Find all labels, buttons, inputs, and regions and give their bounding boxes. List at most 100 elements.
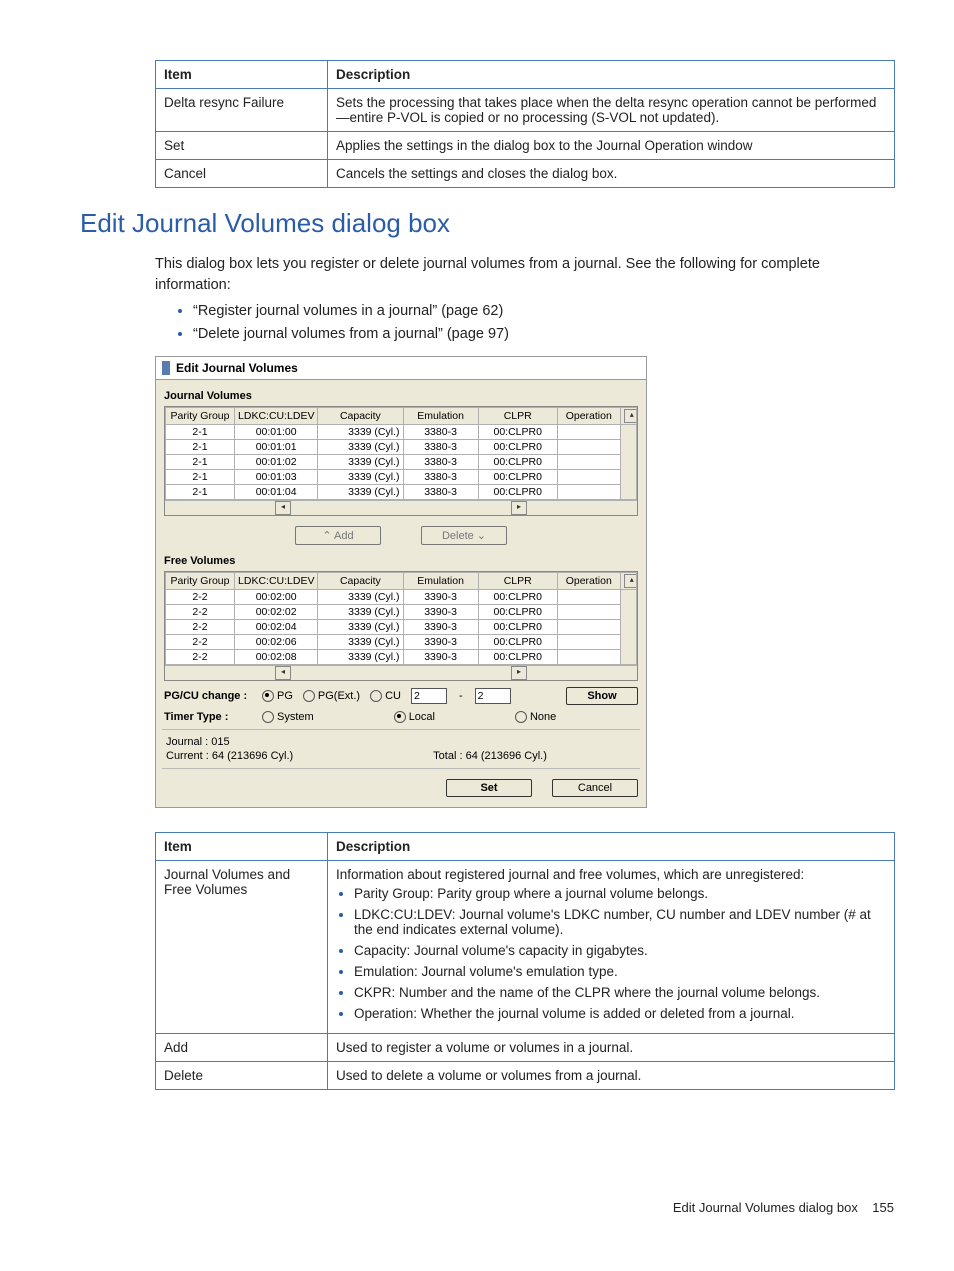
table-row[interactable]: 2-1 00:01:00 3339 (Cyl.) 3380-3 00:CLPR0 [166,424,637,439]
cu-input-1[interactable]: 2 [411,688,447,704]
journal-volumes-label: Journal Volumes [164,390,638,402]
radio-pgext[interactable]: PG(Ext.) [303,690,360,702]
upper-def-table: Item Description Delta resync Failure Se… [155,60,895,188]
fv-th-clpr[interactable]: CLPR [478,572,557,589]
fv-cell: 2-2 [166,589,235,604]
separator [162,768,640,769]
dash-label: - [457,690,465,702]
lower-bullet: LDKC:CU:LDEV: Journal volume's LDKC numb… [354,907,886,937]
scroll-left-icon[interactable]: ◂ [275,501,291,515]
set-button[interactable]: Set [446,779,532,797]
cancel-button[interactable]: Cancel [552,779,638,797]
fv-cell: 3390-3 [403,619,478,634]
jv-cell: 3380-3 [403,484,478,499]
fv-cell: 3390-3 [403,634,478,649]
lower-bullet: Operation: Whether the journal volume is… [354,1006,886,1021]
radio-local[interactable]: Local [394,711,435,723]
jv-th-pg[interactable]: Parity Group [166,407,235,424]
fv-th-pg[interactable]: Parity Group [166,572,235,589]
upper-item-1: Set [156,132,328,160]
jv-th-ldk[interactable]: LDKC:CU:LDEV [235,407,318,424]
jv-cell: 00:01:00 [235,424,318,439]
table-row[interactable]: 2-1 00:01:03 3339 (Cyl.) 3380-3 00:CLPR0 [166,469,637,484]
upper-th-item: Item [156,61,328,89]
fv-scrollbar[interactable] [620,589,636,664]
jv-cell: 2-1 [166,469,235,484]
fv-cell: 00:CLPR0 [478,589,557,604]
pgcu-change-label: PG/CU change : [164,690,252,702]
jv-cell: 00:CLPR0 [478,469,557,484]
free-volumes-label: Free Volumes [164,555,638,567]
radio-local-label: Local [409,711,435,723]
radio-cu[interactable]: CU [370,690,401,702]
lower-item-0: Journal Volumes and Free Volumes [156,860,328,1033]
footer-text: Edit Journal Volumes dialog box [673,1200,858,1215]
table-row[interactable]: 2-2 00:02:04 3339 (Cyl.) 3390-3 00:CLPR0 [166,619,637,634]
table-row[interactable]: 2-2 00:02:02 3339 (Cyl.) 3390-3 00:CLPR0 [166,604,637,619]
lower-bullet: CKPR: Number and the name of the CLPR wh… [354,985,886,1000]
fv-th-cap[interactable]: Capacity [318,572,403,589]
table-row: Delta resync Failure Sets the processing… [156,89,895,132]
table-row[interactable]: 2-1 00:01:02 3339 (Cyl.) 3380-3 00:CLPR0 [166,454,637,469]
radio-pg[interactable]: PG [262,690,293,702]
upper-desc-2: Cancels the settings and closes the dial… [328,160,895,188]
show-button[interactable]: Show [566,687,638,705]
jv-cell [557,439,620,454]
fv-cell: 00:02:04 [235,619,318,634]
cu-input-2[interactable]: 2 [475,688,511,704]
fv-th-emu[interactable]: Emulation [403,572,478,589]
fv-cell: 3390-3 [403,589,478,604]
fv-cell: 3339 (Cyl.) [318,604,403,619]
delete-button[interactable]: Delete ⌄ [421,526,507,545]
upper-desc-0: Sets the processing that takes place whe… [328,89,895,132]
jv-cell [557,484,620,499]
page-footer: Edit Journal Volumes dialog box 155 [0,1200,894,1215]
lower-item-2: Delete [156,1061,328,1089]
scroll-right-icon[interactable]: ▸ [511,666,527,680]
lower-bullet: Emulation: Journal volume's emulation ty… [354,964,886,979]
jv-hscroll[interactable]: ◂ ▸ [165,500,637,515]
jv-th-emu[interactable]: Emulation [403,407,478,424]
jv-th-clpr[interactable]: CLPR [478,407,557,424]
fv-cell: 3390-3 [403,604,478,619]
jv-cell [557,469,620,484]
table-row[interactable]: 2-2 00:02:08 3339 (Cyl.) 3390-3 00:CLPR0 [166,649,637,664]
current-capacity-line: Current : 64 (213696 Cyl.) [166,750,293,762]
table-row[interactable]: 2-1 00:01:04 3339 (Cyl.) 3380-3 00:CLPR0 [166,484,637,499]
add-button[interactable]: ⌃ Add [295,526,381,545]
link-delete[interactable]: “Delete journal volumes from a journal” … [193,325,894,342]
table-row: Set Applies the settings in the dialog b… [156,132,895,160]
lower-th-item: Item [156,832,328,860]
fv-hscroll[interactable]: ◂ ▸ [165,665,637,680]
scroll-up-icon[interactable]: ▴ [620,572,636,589]
total-capacity-line: Total : 64 (213696 Cyl.) [433,750,547,762]
footer-page: 155 [872,1200,894,1215]
jv-th-cap[interactable]: Capacity [318,407,403,424]
scroll-left-icon[interactable]: ◂ [275,666,291,680]
jv-scrollbar[interactable] [620,424,636,499]
jv-cell: 00:01:03 [235,469,318,484]
scroll-up-icon[interactable]: ▴ [620,407,636,424]
fv-th-ldk[interactable]: LDKC:CU:LDEV [235,572,318,589]
table-row[interactable]: 2-1 00:01:01 3339 (Cyl.) 3380-3 00:CLPR0 [166,439,637,454]
fv-cell: 2-2 [166,619,235,634]
jv-cell: 3339 (Cyl.) [318,454,403,469]
link-register[interactable]: “Register journal volumes in a journal” … [193,302,894,319]
jv-cell: 3380-3 [403,439,478,454]
jv-th-op[interactable]: Operation [557,407,620,424]
radio-system[interactable]: System [262,711,314,723]
fv-cell: 00:CLPR0 [478,649,557,664]
section-title: Edit Journal Volumes dialog box [80,208,894,239]
upper-item-2: Cancel [156,160,328,188]
fv-cell: 00:02:08 [235,649,318,664]
table-row[interactable]: 2-2 00:02:06 3339 (Cyl.) 3390-3 00:CLPR0 [166,634,637,649]
table-row: Delete Used to delete a volume or volume… [156,1061,895,1089]
dialog-title-bar: Edit Journal Volumes [156,357,646,380]
table-row[interactable]: 2-2 00:02:00 3339 (Cyl.) 3390-3 00:CLPR0 [166,589,637,604]
free-volumes-grid: Parity Group LDKC:CU:LDEV Capacity Emula… [164,571,638,681]
scroll-right-icon[interactable]: ▸ [511,501,527,515]
jv-cell [557,454,620,469]
radio-none[interactable]: None [515,711,556,723]
edit-journal-volumes-dialog: Edit Journal Volumes Journal Volumes Par… [155,356,647,808]
fv-th-op[interactable]: Operation [557,572,620,589]
